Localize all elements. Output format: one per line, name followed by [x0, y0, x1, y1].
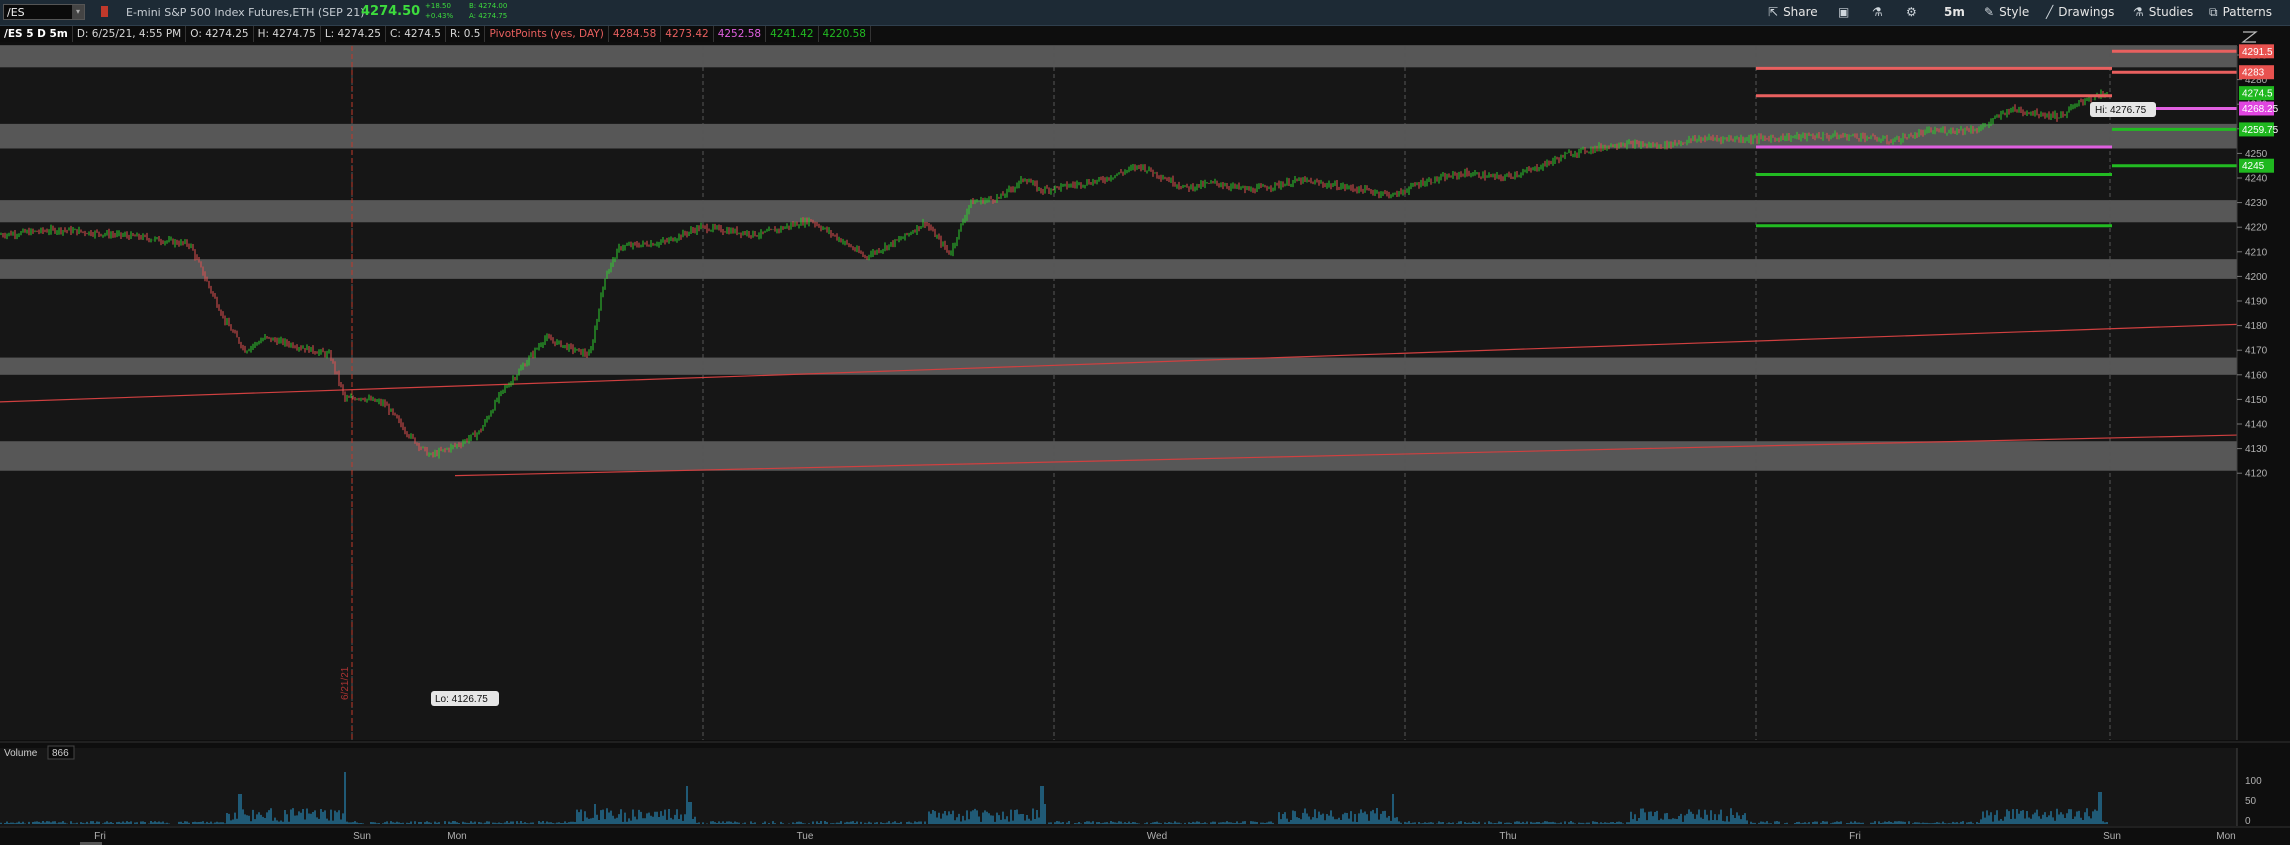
- price-marker-label: 4245: [2242, 161, 2265, 172]
- volume-plot: [0, 748, 2237, 826]
- high-label: Hi: 4276.75: [2095, 105, 2147, 116]
- bar-close: C: 4274.5: [385, 26, 446, 42]
- chart-title: /ES 5 D 5m: [0, 26, 73, 42]
- bid-price: B: 4274.00: [469, 2, 508, 10]
- bar-open: O: 4274.25: [186, 26, 254, 42]
- volume-tick-label: 100: [2245, 776, 2262, 787]
- symbol-text: /ES: [7, 6, 25, 19]
- pivot-s1: 4241.42: [766, 26, 819, 42]
- price-tick-label: 4140: [2245, 420, 2268, 431]
- flask-study-icon: ⚗: [2133, 5, 2144, 19]
- share-button[interactable]: ⇱ Share: [1768, 3, 1818, 21]
- price-tick-label: 4220: [2245, 223, 2268, 234]
- time-axis-label: Fri: [94, 831, 106, 842]
- price-tick-label: 4200: [2245, 272, 2268, 283]
- price-marker-label: 4268.25: [2242, 104, 2279, 115]
- price-tick-label: 4130: [2245, 444, 2268, 455]
- flag-icon[interactable]: [101, 6, 108, 17]
- price-marker-label: 4283: [2242, 68, 2265, 79]
- price-marker-label: 4274.5: [2242, 89, 2273, 100]
- price-zone: [0, 259, 2237, 279]
- price-tick-label: 4240: [2245, 174, 2268, 185]
- pivot-r2: 4284.58: [608, 26, 662, 42]
- pivot-study-label: PivotPoints (yes, DAY): [485, 26, 609, 42]
- share-icon: ⇱: [1768, 5, 1779, 19]
- price-tick-label: 4180: [2245, 321, 2268, 332]
- price-zone: [0, 357, 2237, 375]
- price-zone: [0, 200, 2237, 223]
- session-date-label: 6/21/21: [340, 666, 351, 700]
- price-tick-label: 4150: [2245, 395, 2268, 406]
- price-tick-label: 4170: [2245, 346, 2268, 357]
- chevron-down-icon[interactable]: ▾: [72, 5, 84, 19]
- volume-label: Volume: [4, 748, 38, 759]
- ask-price: A: 4274.75: [469, 12, 508, 20]
- time-axis-label: Sun: [353, 831, 371, 842]
- price-change: +18.50: [425, 2, 451, 10]
- top-toolbar: /ES ▾ E-mini S&P 500 Index Futures,ETH (…: [0, 0, 2290, 26]
- last-price: 4274.50: [361, 4, 421, 19]
- price-tick-label: 4160: [2245, 370, 2268, 381]
- low-annotation: Lo: 4126.75: [431, 691, 499, 706]
- pivot-pp: 4252.58: [713, 26, 767, 42]
- low-label: Lo: 4126.75: [435, 694, 488, 705]
- patterns-button[interactable]: ⧉ Patterns: [2209, 3, 2272, 21]
- bar-high: H: 4274.75: [253, 26, 321, 42]
- volume-tick-label: 50: [2245, 796, 2257, 807]
- price-marker-label: 4291.5: [2242, 47, 2273, 58]
- pencil-icon: ╱: [2046, 5, 2054, 19]
- time-axis-label: Mon: [2216, 831, 2235, 842]
- style-button[interactable]: ✎ Style: [1984, 3, 2029, 21]
- ohlc-info-bar: /ES 5 D 5m D: 6/25/21, 4:55 PM O: 4274.25 H…: [0, 26, 871, 42]
- palette-icon: ✎: [1984, 5, 1995, 19]
- price-tick-label: 4120: [2245, 469, 2268, 480]
- bar-low: L: 4274.25: [320, 26, 386, 42]
- symbol-description: E-mini S&P 500 Index Futures,ETH (SEP 21…: [126, 6, 365, 19]
- price-chart[interactable]: 6/21/21 Hi: 4276.75Lo: 4126.75 429042804…: [0, 26, 2290, 845]
- drawings-button[interactable]: ╱ Drawings: [2046, 3, 2114, 21]
- time-axis-label: Tue: [797, 831, 814, 842]
- time-axis-label: Thu: [1499, 831, 1516, 842]
- gear-icon: ⚙: [1906, 5, 1917, 19]
- price-zone: [0, 45, 2237, 68]
- price-zone: [0, 441, 2237, 471]
- symbol-input[interactable]: /ES ▾: [3, 4, 85, 20]
- flask-button[interactable]: ⚗: [1872, 3, 1888, 21]
- pivot-s2: 4220.58: [818, 26, 871, 42]
- price-tick-label: 4210: [2245, 247, 2268, 258]
- bar-range: R: 0.5: [445, 26, 486, 42]
- volume-value: 866: [52, 748, 69, 759]
- plot-area: [0, 46, 2237, 740]
- time-axis-label: Mon: [447, 831, 466, 842]
- price-tick-label: 4250: [2245, 149, 2268, 160]
- price-zone: [0, 123, 2237, 149]
- price-tick-label: 4230: [2245, 198, 2268, 209]
- studies-button[interactable]: ⚗ Studies: [2133, 3, 2193, 21]
- pattern-icon: ⧉: [2209, 5, 2218, 19]
- price-marker-label: 4259.75: [2242, 125, 2279, 136]
- high-annotation: Hi: 4276.75: [2090, 102, 2156, 117]
- settings-button[interactable]: ⚙: [1906, 3, 1922, 21]
- time-axis-label: Fri: [1849, 831, 1861, 842]
- price-change-pct: +0.43%: [425, 12, 454, 20]
- time-axis-label: Sun: [2103, 831, 2121, 842]
- interval-button[interactable]: 5m: [1944, 3, 1965, 21]
- flask-icon: ⚗: [1872, 5, 1883, 19]
- camera-icon: ▣: [1838, 5, 1850, 19]
- pivot-r1: 4273.42: [661, 26, 714, 42]
- time-axis-label: Wed: [1147, 831, 1167, 842]
- snapshot-button[interactable]: ▣: [1838, 3, 1854, 21]
- bar-date: D: 6/25/21, 4:55 PM: [72, 26, 187, 42]
- price-tick-label: 4190: [2245, 297, 2268, 308]
- volume-tick-label: 0: [2245, 816, 2251, 827]
